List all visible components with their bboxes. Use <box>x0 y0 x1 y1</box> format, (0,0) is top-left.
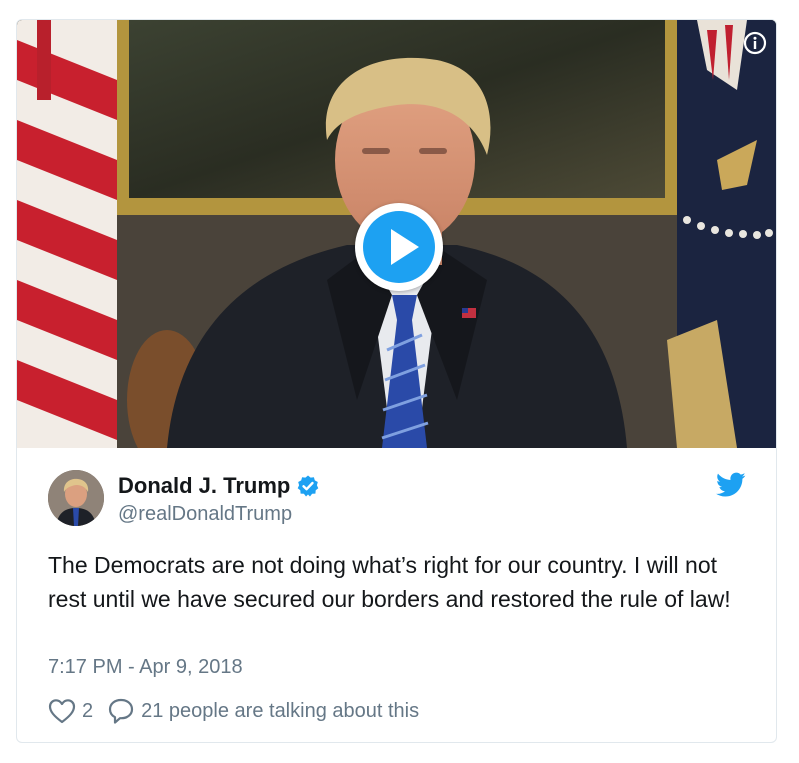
speech-bubble-icon <box>109 698 134 724</box>
name-row: Donald J. Trump <box>118 472 320 500</box>
embedded-tweet-card: Donald J. Trump @realDonaldTrump The Dem… <box>16 19 777 743</box>
heart-icon <box>48 699 76 724</box>
info-icon[interactable] <box>743 31 767 55</box>
video-thumbnail[interactable] <box>17 20 776 448</box>
play-icon <box>391 229 419 265</box>
tweet-author[interactable]: Donald J. Trump @realDonaldTrump <box>48 470 748 530</box>
twitter-bird-icon[interactable] <box>716 472 746 498</box>
like-button[interactable]: 2 <box>48 698 93 724</box>
display-name[interactable]: Donald J. Trump <box>118 472 290 500</box>
tweet-timestamp[interactable]: 7:17 PM - Apr 9, 2018 <box>48 654 243 680</box>
like-count: 2 <box>82 699 94 722</box>
verified-badge-icon <box>298 475 319 497</box>
conversation-count-label: 21 people are talking about this <box>141 699 420 722</box>
conversation-link[interactable]: 21 people are talking about this <box>107 697 419 725</box>
tweet-actions: 2 21 people are talking about this <box>48 696 419 726</box>
tweet-text: The Democrats are not doing what’s right… <box>48 552 731 612</box>
user-handle[interactable]: @realDonaldTrump <box>118 502 292 526</box>
avatar-image <box>48 470 104 526</box>
avatar[interactable] <box>48 470 104 526</box>
play-button[interactable] <box>355 203 443 291</box>
